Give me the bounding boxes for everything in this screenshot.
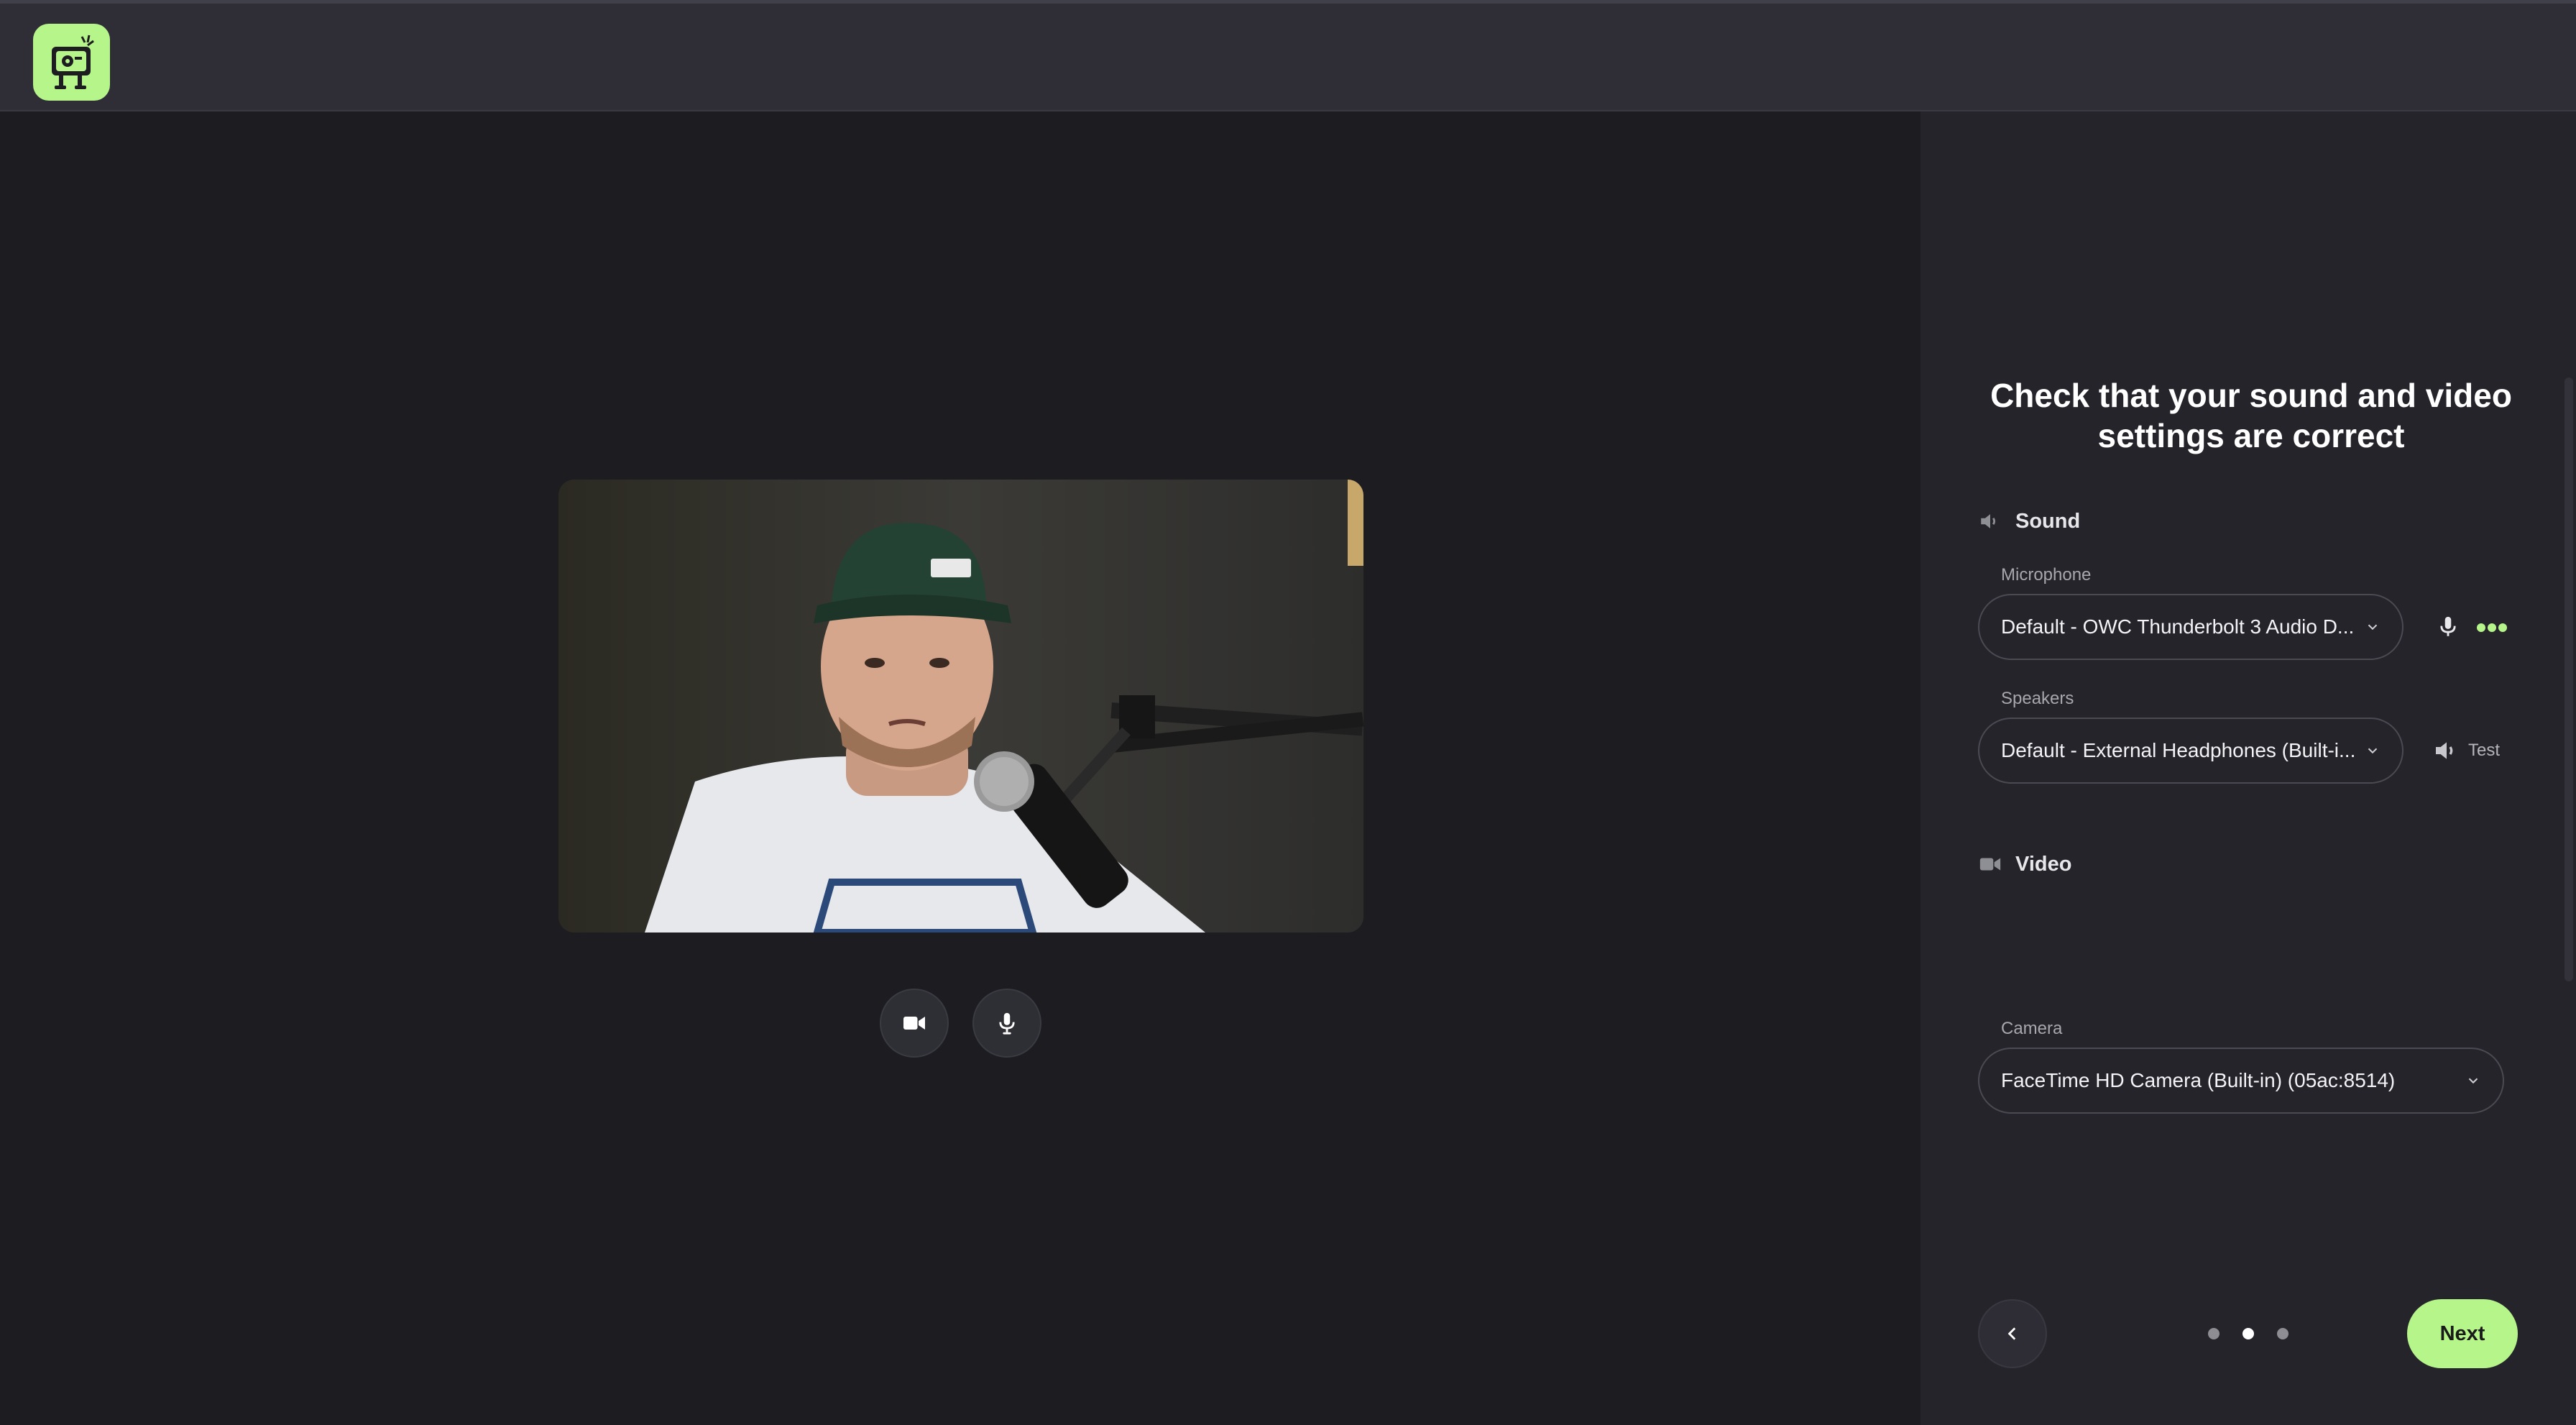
microphone-level-button[interactable] (2432, 610, 2464, 643)
step-dot-active[interactable] (2242, 1328, 2254, 1339)
step-dot[interactable] (2277, 1328, 2288, 1339)
top-bar (0, 0, 2576, 111)
speakers-select-value: Default - External Headphones (Built-i..… (2001, 739, 2356, 761)
chevron-down-icon (2359, 743, 2380, 759)
test-speakers-button[interactable]: Test (2432, 734, 2500, 767)
next-button[interactable]: Next (2407, 1299, 2518, 1368)
sound-section-heading: Sound (1978, 509, 2080, 533)
panel-title: Check that your sound and video settings… (1990, 377, 2512, 454)
video-camera-icon (903, 1017, 925, 1030)
video-stage (0, 111, 1920, 1425)
video-section-heading: Video (1978, 852, 2071, 876)
video-heading-label: Video (2015, 852, 2072, 876)
chevron-down-icon (2359, 619, 2380, 635)
chevron-left-icon (2007, 1327, 2016, 1340)
mic-level-indicator (2474, 615, 2510, 641)
step-dot[interactable] (2208, 1328, 2220, 1339)
panel-scrollbar[interactable] (2564, 377, 2573, 981)
microphone-select-value: Default - OWC Thunderbolt 3 Audio D... (2001, 615, 2355, 638)
level-dots-icon (2477, 623, 2507, 632)
mic-toggle-button[interactable] (972, 989, 1041, 1058)
speakers-label: Speakers (2001, 689, 2074, 708)
sound-heading-label: Sound (2015, 509, 2081, 533)
app-logo[interactable] (33, 24, 110, 101)
camera-label: Camera (2001, 1019, 2063, 1038)
app-root: Check that your sound and video settings… (0, 0, 2576, 1425)
camera-preview (558, 480, 1363, 933)
microphone-icon (999, 1012, 1015, 1035)
speaker-icon (2436, 742, 2453, 759)
speakers-select[interactable]: Default - External Headphones (Built-i..… (1978, 718, 2404, 784)
microphone-icon (2440, 616, 2456, 636)
back-button[interactable] (1978, 1299, 2047, 1368)
video-camera-icon (1979, 858, 2001, 871)
step-pager (2208, 1328, 2288, 1339)
microphone-label: Microphone (2001, 565, 2092, 585)
camera-toggle-button[interactable] (880, 989, 949, 1058)
camera-select-value: FaceTime HD Camera (Built-in) (05ac:8514… (2001, 1069, 2396, 1091)
microphone-select[interactable]: Default - OWC Thunderbolt 3 Audio D... (1978, 594, 2404, 660)
settings-panel: Check that your sound and video settings… (1920, 111, 2576, 1425)
robot-tv-logo-icon (51, 35, 94, 89)
chevron-down-icon (2460, 1073, 2481, 1089)
test-button-label: Test (2468, 741, 2501, 760)
webcam-feed-image (558, 480, 1363, 933)
media-controls (880, 989, 1041, 1058)
camera-select[interactable]: FaceTime HD Camera (Built-in) (05ac:8514… (1978, 1048, 2504, 1114)
speaker-icon (1981, 514, 1996, 528)
